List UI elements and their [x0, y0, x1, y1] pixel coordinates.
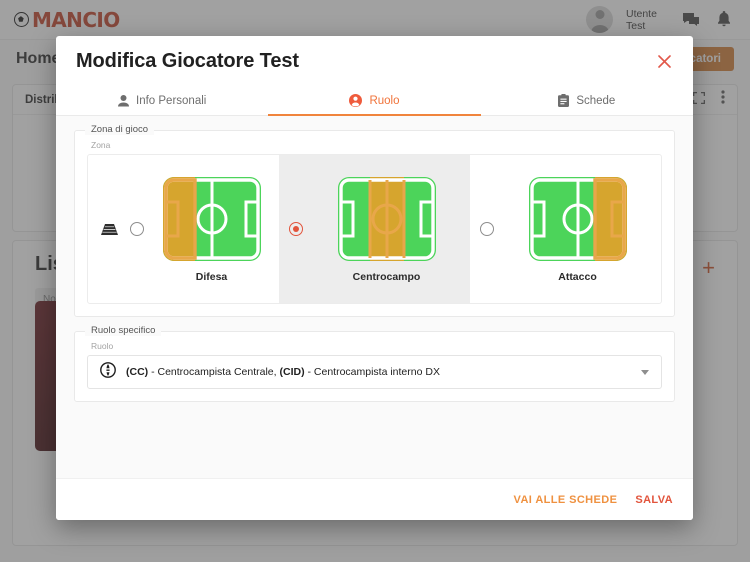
zone-radio-attacco[interactable] [480, 222, 494, 236]
zone-option-difesa[interactable]: Difesa [88, 155, 279, 303]
role-text-1: - Centrocampista Centrale, [148, 366, 280, 378]
modal-title: Modifica Giocatore Test [76, 49, 299, 72]
tab-ruolo[interactable]: Ruolo [268, 86, 481, 116]
page-root: MANCIO Utente Test [0, 0, 750, 562]
zone-field-attacco: Attacco [504, 176, 651, 283]
zone-field-difesa: Difesa [154, 176, 269, 283]
chevron-down-icon[interactable] [641, 369, 649, 375]
role-select[interactable]: (CC) - Centrocampista Centrale, (CID) - … [87, 355, 662, 389]
pitch-diagram-centrocampo [337, 176, 436, 261]
clipboard-icon [558, 94, 570, 107]
tab-info-personali[interactable]: Info Personali [56, 86, 268, 115]
go-to-schede-button[interactable]: VAI ALLE SCHEDE [514, 494, 618, 506]
role-select-value: (CC) - Centrocampista Centrale, (CID) - … [126, 366, 440, 378]
pitch-diagram-attacco [528, 176, 627, 261]
close-icon[interactable] [653, 50, 675, 72]
zone-caption-difesa: Difesa [195, 270, 228, 283]
tab-label: Schede [576, 94, 616, 107]
modal-footer: VAI ALLE SCHEDE SALVA [56, 478, 693, 520]
tab-label: Info Personali [136, 94, 207, 107]
zone-options-row: Difesa Centrocampo Attacco [87, 154, 662, 304]
tab-schede[interactable]: Schede [481, 86, 693, 115]
modal-tabs: Info Personali Ruolo Schede [56, 86, 693, 116]
tab-label: Ruolo [369, 94, 400, 107]
role-code-1: (CC) [126, 366, 149, 378]
role-code-2: (CID) [279, 366, 305, 378]
zone-sub-label: Zona [91, 140, 111, 150]
zone-fieldset: Zona di gioco Zona Difesa Centrocampo At… [74, 124, 675, 317]
zone-option-attacco[interactable]: Attacco [470, 155, 661, 303]
zone-fieldset-legend: Zona di gioco [85, 124, 155, 135]
save-button[interactable]: SALVA [635, 494, 673, 506]
modal-header: Modifica Giocatore Test [56, 36, 693, 86]
role-text-2: - Centrocampista interno DX [304, 366, 440, 378]
edit-player-modal: Modifica Giocatore Test Info Personali R… [56, 36, 693, 520]
stadium-stand-icon [98, 223, 120, 235]
zone-option-centrocampo[interactable]: Centrocampo [279, 155, 470, 303]
zone-radio-difesa[interactable] [130, 222, 144, 236]
role-fieldset: Ruolo specifico Ruolo (CC) - Centrocampi… [74, 325, 675, 402]
zone-caption-centrocampo: Centrocampo [352, 270, 421, 283]
role-sub-label: Ruolo [91, 341, 114, 351]
role-fieldset-legend: Ruolo specifico [85, 325, 162, 336]
account-circle-icon [349, 94, 363, 107]
pitch-diagram-difesa [162, 176, 261, 261]
zone-radio-centrocampo[interactable] [289, 222, 303, 236]
person-icon [118, 94, 129, 107]
zone-field-centrocampo: Centrocampo [313, 176, 460, 283]
globe-icon [100, 361, 116, 383]
modal-body: Zona di gioco Zona Difesa Centrocampo At… [56, 116, 693, 478]
zone-caption-attacco: Attacco [558, 270, 597, 283]
